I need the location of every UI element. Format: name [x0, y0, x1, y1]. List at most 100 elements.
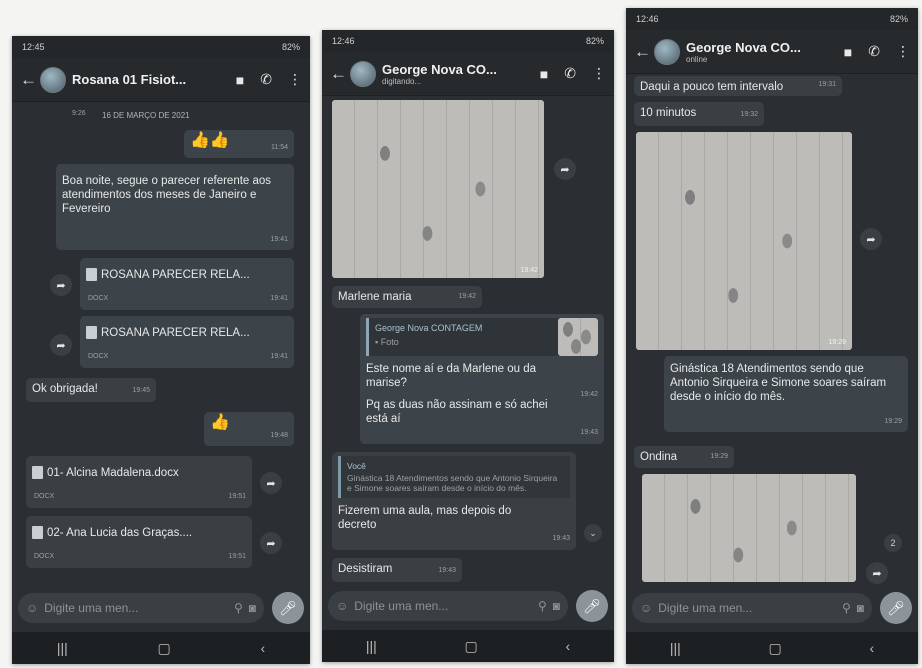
more-options-icon[interactable]: ⋮	[592, 65, 606, 82]
more-options-icon[interactable]: ⋮	[288, 71, 302, 88]
chat-header: ← Rosana 01 Fisiot... ■ ✆ ⋮	[12, 58, 310, 102]
microphone-button[interactable]: 🎤︎	[576, 590, 608, 622]
message-input-placeholder: Digite uma men...	[658, 601, 753, 615]
forward-icon[interactable]: ➦	[860, 228, 882, 250]
attach-icon[interactable]: ⚲	[538, 599, 547, 613]
document-message[interactable]: ROSANA PARECER RELA... DOCX 19:41	[80, 316, 294, 368]
microphone-button[interactable]: 🎤︎	[272, 592, 304, 624]
contact-title[interactable]: George Nova CO... digitando...	[382, 62, 534, 86]
message-input[interactable]: ☺ Digite uma men... ⚲ ◙	[18, 593, 264, 623]
thumbs-up-emoji: 👍👍	[190, 132, 230, 149]
photo-message[interactable]: 19:42	[332, 100, 544, 278]
avatar[interactable]	[40, 66, 66, 93]
microphone-button[interactable]: 🎤︎	[880, 592, 912, 624]
contact-status: digitando...	[382, 76, 422, 86]
camera-icon[interactable]: ◙	[249, 601, 256, 615]
recent-apps-button[interactable]: |||	[670, 640, 681, 656]
message-time: 19:45	[132, 387, 150, 394]
more-options-icon[interactable]: ⋮	[896, 43, 910, 60]
emoji-icon[interactable]: ☺	[336, 599, 348, 613]
video-call-icon[interactable]: ■	[236, 72, 244, 88]
attach-icon[interactable]: ⚲	[842, 601, 851, 615]
message-text: Daqui a pouco tem intervalo	[640, 81, 784, 93]
message-text: Ok obrigada!	[32, 383, 98, 395]
message-composer: ☺ Digite uma men... ⚲ ◙ 🎤︎	[626, 588, 918, 628]
document-type: DOCX	[88, 295, 109, 302]
document-name: ROSANA PARECER RELA...	[101, 269, 250, 281]
message-list: 19:42 ➦ Marlene maria 19:42 George Nova …	[322, 96, 614, 582]
phone-call-icon[interactable]: ✆	[868, 43, 880, 60]
message-bubble-outgoing[interactable]: 👍 19:48	[204, 412, 294, 446]
document-message[interactable]: 01- Alcina Madalena.docx DOCX 19:51	[26, 456, 252, 508]
quoted-author: George Nova CONTAGEM	[375, 323, 483, 333]
back-arrow-icon[interactable]: ←	[20, 70, 37, 90]
message-text: 10 minutos	[640, 107, 697, 119]
emoji-icon[interactable]: ☺	[640, 601, 652, 615]
message-input-placeholder: Digite uma men...	[44, 601, 139, 615]
document-icon	[86, 268, 97, 282]
video-call-icon[interactable]: ■	[844, 44, 852, 60]
message-bubble-incoming[interactable]: Daqui a pouco tem intervalo 19:31	[634, 76, 842, 96]
contact-name: George Nova CO...	[686, 39, 801, 55]
message-bubble-incoming[interactable]: Marlene maria 19:42	[332, 286, 482, 308]
recent-apps-button[interactable]: |||	[57, 640, 68, 656]
scroll-down-icon[interactable]: ⌄	[584, 524, 602, 542]
message-bubble-incoming[interactable]: Ondina 19:29	[634, 446, 734, 468]
avatar[interactable]	[654, 38, 680, 65]
back-arrow-icon[interactable]: ←	[330, 64, 347, 84]
forward-icon[interactable]: ➦	[50, 274, 72, 296]
phone-call-icon[interactable]: ✆	[260, 71, 272, 88]
back-button[interactable]: ‹	[260, 640, 265, 656]
document-message[interactable]: ROSANA PARECER RELA... DOCX 19:41	[80, 258, 294, 310]
contact-name: Rosana 01 Fisiot...	[72, 72, 187, 87]
contact-title[interactable]: Rosana 01 Fisiot...	[72, 72, 230, 87]
message-time: 11:54	[271, 144, 288, 151]
attach-icon[interactable]: ⚲	[234, 601, 243, 615]
message-bubble-incoming[interactable]: Desistiram 19:43	[332, 558, 462, 582]
status-bar: 12:46 82%	[322, 30, 614, 52]
camera-icon[interactable]: ◙	[857, 601, 864, 615]
camera-icon[interactable]: ◙	[553, 599, 560, 613]
message-bubble-incoming[interactable]: Ok obrigada! 19:45	[26, 378, 156, 402]
message-input[interactable]: ☺ Digite uma men... ⚲ ◙	[328, 591, 568, 621]
video-call-icon[interactable]: ■	[540, 66, 548, 82]
back-button[interactable]: ‹	[565, 638, 570, 654]
phone-call-icon[interactable]: ✆	[564, 65, 576, 82]
message-bubble-outgoing[interactable]: George Nova CONTAGEM ▪ Foto Este nome aí…	[360, 314, 604, 444]
recent-apps-button[interactable]: |||	[366, 638, 377, 654]
back-button[interactable]: ‹	[869, 640, 874, 656]
message-input[interactable]: ☺ Digite uma men... ⚲ ◙	[632, 593, 872, 623]
message-bubble-outgoing[interactable]: Boa noite, segue o parecer referente aos…	[56, 164, 294, 250]
message-bubble-incoming[interactable]: Você Ginástica 18 Atendimentos sendo que…	[332, 452, 576, 550]
forward-icon[interactable]: ➦	[866, 562, 888, 584]
status-bar: 12:46 82%	[626, 8, 918, 30]
message-bubble-outgoing[interactable]: Ginástica 18 Atendimentos sendo que Anto…	[664, 356, 908, 432]
quoted-message[interactable]: Você Ginástica 18 Atendimentos sendo que…	[338, 456, 570, 498]
forward-icon[interactable]: ➦	[50, 334, 72, 356]
home-button[interactable]: ▢	[465, 638, 478, 655]
phone-screenshot-1: 12:45 82% ← Rosana 01 Fisiot... ■ ✆ ⋮ 9:…	[12, 36, 310, 664]
quoted-message[interactable]: George Nova CONTAGEM ▪ Foto	[366, 318, 598, 356]
message-time: 19:41	[270, 353, 288, 360]
photo-message[interactable]: 19:29	[636, 132, 852, 350]
forward-icon[interactable]: ➦	[260, 532, 282, 554]
system-navbar: ||| ▢ ‹	[626, 632, 918, 664]
home-button[interactable]: ▢	[769, 640, 782, 657]
message-time: 19:29	[710, 453, 728, 460]
home-button[interactable]: ▢	[158, 640, 171, 657]
avatar[interactable]	[350, 60, 376, 87]
message-bubble-outgoing[interactable]: 👍👍 11:54	[184, 130, 294, 158]
emoji-icon[interactable]: ☺	[26, 601, 38, 615]
photo-message[interactable]	[642, 474, 856, 582]
forward-icon[interactable]: ➦	[260, 472, 282, 494]
unread-count-badge[interactable]: 2	[884, 534, 902, 552]
message-time: 19:29	[884, 418, 902, 425]
phone-screenshot-2: 12:46 82% ← George Nova CO... digitando.…	[322, 30, 614, 662]
forward-icon[interactable]: ➦	[554, 158, 576, 180]
status-battery: 82%	[585, 36, 604, 46]
document-message[interactable]: 02- Ana Lucia das Graças.... DOCX 19:51	[26, 516, 252, 568]
status-time: 12:46	[636, 14, 659, 24]
message-bubble-incoming[interactable]: 10 minutos 19:32	[634, 102, 764, 126]
back-arrow-icon[interactable]: ←	[634, 42, 651, 62]
contact-title[interactable]: George Nova CO... online	[686, 40, 838, 64]
